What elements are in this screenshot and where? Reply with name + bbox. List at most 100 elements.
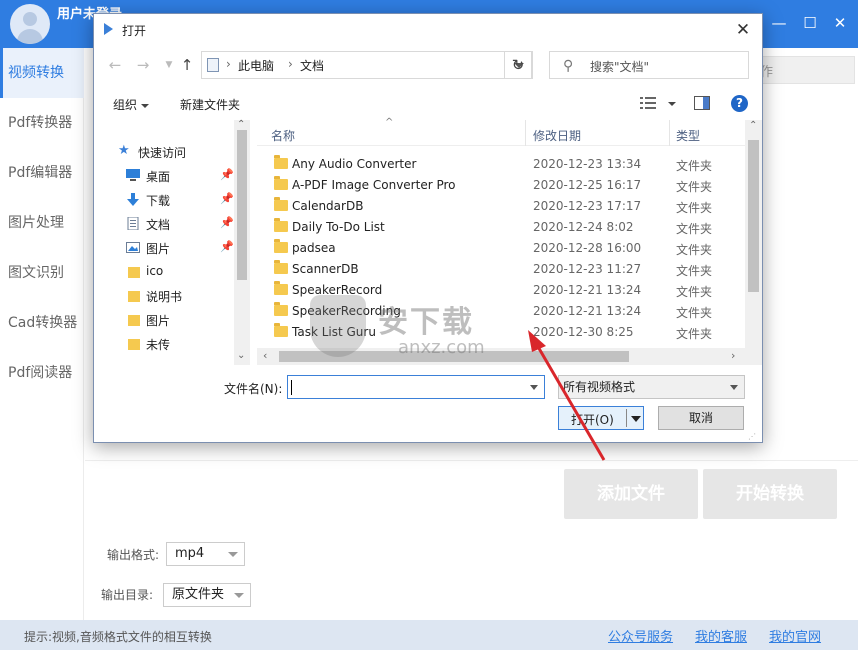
file-row[interactable]: CalendarDB 2020-12-23 17:17 文件夹 (257, 196, 745, 217)
column-header-type[interactable]: 类型 (676, 127, 700, 144)
nav-item-folder-ico[interactable]: ico (94, 260, 234, 284)
minimize-icon[interactable]: — (768, 12, 790, 34)
sidebar-item-ocr[interactable]: 图文识别 (0, 248, 84, 298)
address-bar[interactable]: › 此电脑 › 文档 (201, 51, 533, 79)
file-row[interactable]: ScannerDB 2020-12-23 11:27 文件夹 (257, 259, 745, 280)
pin-icon[interactable]: 📌 (220, 168, 234, 181)
sort-up-icon: ^ (385, 117, 394, 128)
scrollbar-thumb[interactable] (237, 130, 247, 280)
file-row[interactable]: Any Audio Converter 2020-12-23 13:34 文件夹 (257, 154, 745, 175)
filename-input[interactable] (287, 375, 545, 399)
text-caret (291, 380, 292, 395)
file-type: 文件夹 (676, 243, 713, 257)
file-type: 文件夹 (676, 264, 713, 278)
sidebar-item-cad-converter[interactable]: Cad转换器 (0, 298, 84, 348)
sidebar-item-pdf-editor[interactable]: Pdf编辑器 (0, 148, 84, 198)
app-icon (104, 23, 113, 35)
start-convert-button[interactable]: 开始转换 (703, 469, 837, 519)
nav-item-documents[interactable]: 文档 📌 (94, 212, 234, 236)
divider (626, 409, 627, 427)
sidebar-item-pdf-reader[interactable]: Pdf阅读器 (0, 348, 84, 398)
column-header-date[interactable]: 修改日期 (533, 127, 581, 144)
nav-pane-scrollbar[interactable]: ⌃ ⌄ (234, 119, 250, 365)
chevron-down-icon[interactable]: ▼ (160, 56, 178, 74)
chevron-left-icon[interactable]: ‹ (263, 349, 267, 362)
link-official-account[interactable]: 公众号服务 (608, 626, 673, 645)
chevron-down-icon[interactable] (530, 385, 538, 390)
nav-item-downloads[interactable]: 下载 📌 (94, 188, 234, 212)
breadcrumb-this-pc[interactable]: 此电脑 (238, 57, 274, 74)
sidebar-item-image-process[interactable]: 图片处理 (0, 198, 84, 248)
file-row[interactable]: padsea 2020-12-28 16:00 文件夹 (257, 238, 745, 259)
close-icon[interactable]: ✕ (829, 12, 851, 34)
scrollbar-thumb[interactable] (748, 140, 759, 292)
column-separator[interactable] (669, 120, 670, 146)
back-icon[interactable]: ← (106, 56, 124, 74)
open-button[interactable]: 打开(O) (558, 406, 644, 430)
file-name: Task List Guru (292, 325, 376, 339)
nav-item-folder-unsent[interactable]: 未传 (94, 332, 234, 356)
pin-icon[interactable]: 📌 (220, 240, 234, 253)
nav-item-label: ico (146, 264, 164, 278)
chevron-right-icon: › (226, 57, 231, 71)
search-input[interactable]: ⚲ 搜索"文档" (549, 51, 749, 79)
search-placeholder: 搜索"文档" (590, 60, 650, 74)
chevron-down-icon (141, 103, 150, 108)
chevron-down-icon (234, 593, 244, 598)
chevron-down-icon[interactable] (631, 416, 641, 422)
file-name: SpeakerRecord (292, 283, 383, 297)
resize-grip-icon[interactable]: ⋰ (748, 432, 756, 441)
file-date: 2020-12-21 13:24 (533, 304, 642, 318)
file-row[interactable]: Task List Guru 2020-12-30 8:25 文件夹 (257, 322, 745, 343)
chevron-down-icon (730, 385, 738, 390)
refresh-button[interactable]: ↻ (504, 51, 532, 79)
maximize-icon[interactable]: ☐ (799, 12, 821, 34)
nav-item-quick-access[interactable]: ★ 快速访问 (94, 140, 234, 164)
sidebar-item-pdf-converter[interactable]: Pdf转换器 (0, 98, 84, 148)
nav-item-folder-pictures[interactable]: 图片 (94, 308, 234, 332)
file-list-vertical-scrollbar[interactable]: ⌃ (745, 120, 762, 348)
up-icon[interactable]: ↑ (178, 56, 196, 74)
file-row[interactable]: SpeakerRecord 2020-12-21 13:24 文件夹 (257, 280, 745, 301)
file-type-select[interactable]: 所有视频格式 (558, 375, 745, 399)
nav-item-folder-manual[interactable]: 说明书 (94, 284, 234, 308)
folder-icon (274, 155, 288, 169)
organize-menu[interactable]: 组织 (113, 96, 150, 113)
chevron-right-icon[interactable]: › (731, 349, 735, 362)
chevron-up-icon[interactable]: ⌃ (749, 120, 757, 131)
nav-item-pictures[interactable]: 图片 📌 (94, 236, 234, 260)
link-support[interactable]: 我的客服 (695, 626, 747, 645)
forward-icon[interactable]: → (134, 56, 152, 74)
file-date: 2020-12-21 13:24 (533, 283, 642, 297)
file-list-horizontal-scrollbar[interactable]: ‹ › (257, 348, 762, 365)
computer-icon (207, 58, 219, 72)
file-row[interactable]: A-PDF Image Converter Pro 2020-12-25 16:1… (257, 175, 745, 196)
column-separator[interactable] (525, 120, 526, 146)
output-dir-select[interactable]: 原文件夹 (163, 583, 251, 607)
scrollbar-thumb[interactable] (279, 351, 629, 362)
file-row[interactable]: Daily To-Do List 2020-12-24 8:02 文件夹 (257, 217, 745, 238)
add-file-button[interactable]: 添加文件 (564, 469, 698, 519)
chevron-up-icon[interactable]: ⌃ (237, 119, 245, 130)
pin-icon[interactable]: 📌 (220, 216, 234, 229)
pin-icon[interactable]: 📌 (220, 192, 234, 205)
chevron-down-icon[interactable]: ⌄ (237, 350, 245, 361)
link-website[interactable]: 我的官网 (769, 626, 821, 645)
new-folder-button[interactable]: 新建文件夹 (180, 96, 240, 113)
nav-item-desktop[interactable]: 桌面 📌 (94, 164, 234, 188)
help-icon[interactable]: ? (731, 95, 748, 112)
chevron-down-icon[interactable] (664, 96, 676, 110)
status-bar: 提示:视频,音频格式文件的相互转换 公众号服务 我的客服 我的官网 (0, 620, 858, 650)
avatar[interactable] (10, 4, 50, 44)
sidebar-item-video-convert[interactable]: 视频转换 (0, 48, 84, 98)
preview-pane-icon[interactable] (694, 96, 710, 110)
cancel-button[interactable]: 取消 (658, 406, 744, 430)
file-row[interactable]: SpeakerRecording 2020-12-21 13:24 文件夹 (257, 301, 745, 322)
output-format-select[interactable]: mp4 (166, 542, 245, 566)
file-type: 文件夹 (676, 222, 713, 236)
column-header-name[interactable]: 名称 (271, 127, 295, 144)
document-icon (127, 217, 139, 230)
view-options-icon[interactable] (640, 96, 656, 110)
close-icon[interactable]: ✕ (732, 19, 754, 41)
breadcrumb-documents[interactable]: 文档 (300, 57, 324, 74)
